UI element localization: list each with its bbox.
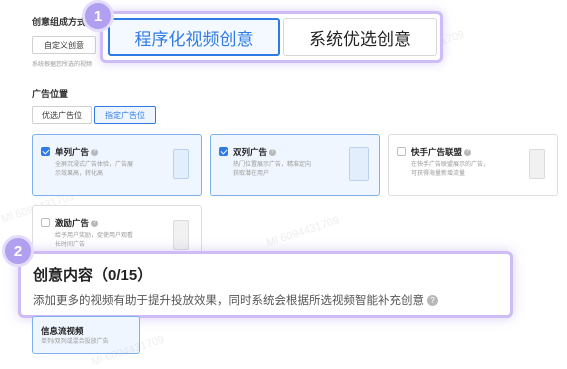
help-icon: ? [427, 295, 438, 307]
creative-content-title: 创意内容（0/15） [33, 267, 153, 284]
card-desc: 示效果高，转化高 [55, 171, 104, 177]
checkbox[interactable] [41, 147, 50, 156]
card-desc: 全屏沉浸式广告体验，广告展 [55, 162, 134, 168]
ad-placement-label: 广告位置 [32, 89, 69, 99]
format-card-title: 信息流视频 [41, 326, 84, 336]
creative-content-desc: 添加更多的视频有助于提升投放效果，同时系统会根据所选视频智能补充创意 [33, 295, 424, 307]
step-badge-2: 2 [2, 235, 34, 267]
placement-option-specified[interactable]: 指定广告位 [94, 106, 156, 124]
composition-hint: 系统根据您所选的视频 [32, 62, 93, 68]
tab-programmatic-video-creative[interactable]: 程序化视频创意 [108, 18, 280, 56]
placement-card-double-column[interactable]: 双列广告? 热门位置展示广告，精准定向 获取潜在用户 [210, 134, 380, 196]
checkbox[interactable] [397, 147, 406, 156]
format-card-desc: 单列/双列或混合投放广告 [41, 339, 109, 345]
placement-option-preferred[interactable]: 优选广告位 [32, 106, 92, 124]
phone-preview-icon [529, 149, 545, 179]
card-desc: 在快手广告联盟展示的广告， [411, 162, 490, 168]
card-title: 单列广告 [55, 147, 90, 157]
creative-content-callout: 创意内容（0/15） 添加更多的视频有助于提升投放效果，同时系统会根据所选视频智… [18, 251, 513, 318]
placement-card-alliance[interactable]: 快手广告联盟? 在快手广告联盟展示的广告， 可获得海量新增流量 [388, 134, 558, 196]
checkbox[interactable] [219, 147, 228, 156]
custom-creative-button[interactable]: 自定义创意 [32, 36, 96, 54]
card-desc: 可获得海量新增流量 [411, 171, 466, 177]
card-desc: 长时间广告 [55, 242, 86, 248]
phone-preview-icon [173, 220, 189, 250]
card-desc: 热门位置展示广告，精准定向 [233, 162, 312, 168]
checkbox[interactable] [41, 218, 50, 227]
help-icon: ? [464, 149, 472, 157]
help-icon: ? [91, 220, 99, 228]
card-desc: 给予用户奖励，促使用户观看 [55, 233, 134, 239]
step-badge-1: 1 [82, 0, 114, 32]
phone-preview-icon [349, 147, 369, 181]
card-desc: 获取潜在用户 [233, 171, 270, 177]
creative-composition-label: 创意组成方式 [32, 17, 87, 27]
card-title: 双列广告 [233, 147, 268, 157]
tab-system-optimized-creative[interactable]: 系统优选创意 [283, 18, 437, 56]
placement-card-single-column[interactable]: 单列广告? 全屏沉浸式广告体验，广告展 示效果高，转化高 [32, 134, 202, 196]
watermark: Ml 6094431709 [265, 214, 341, 250]
card-title: 快手广告联盟 [411, 147, 463, 157]
creative-type-tabs: 程序化视频创意 系统优选创意 [100, 11, 443, 63]
phone-preview-icon [173, 149, 189, 179]
card-title: 激励广告 [55, 218, 90, 228]
help-icon: ? [269, 149, 277, 157]
help-icon: ? [91, 149, 99, 157]
